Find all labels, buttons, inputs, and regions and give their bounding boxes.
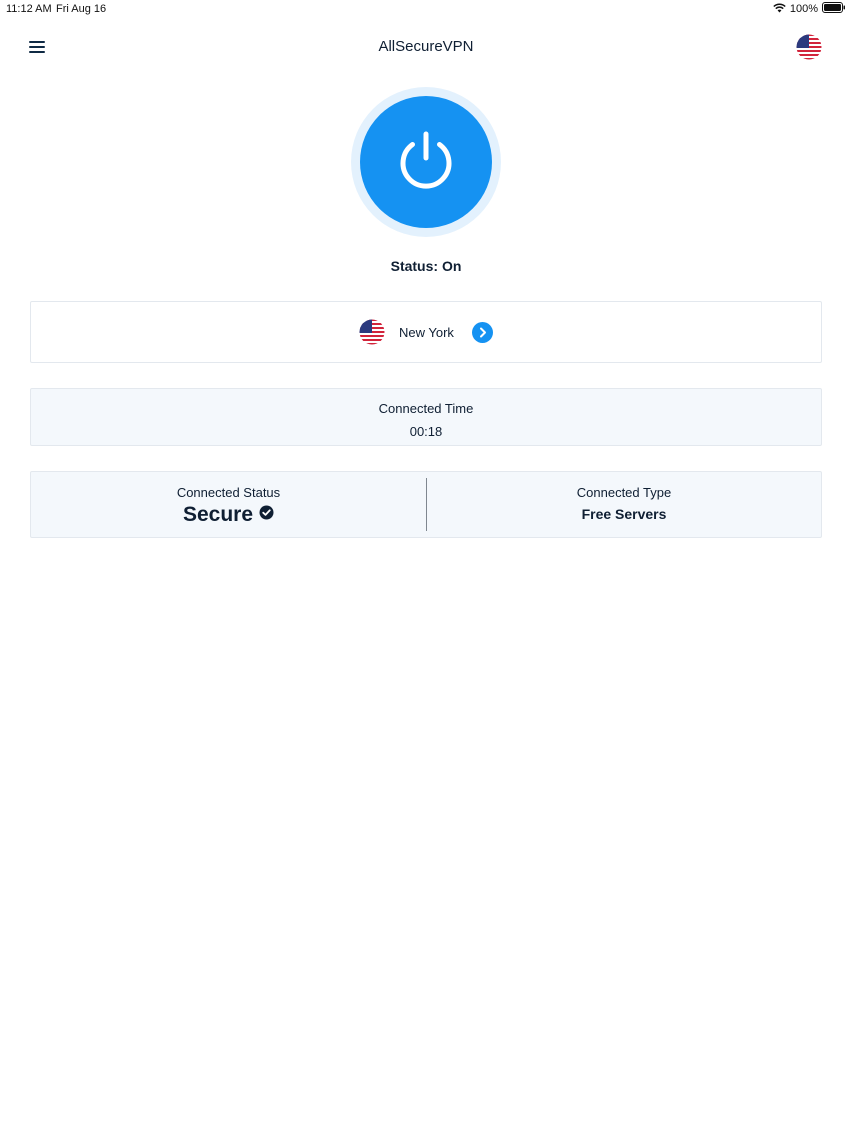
chevron-right-icon[interactable]	[472, 322, 493, 343]
secure-row: Secure	[31, 503, 426, 527]
status-bar: 11:12 AM Fri Aug 16 100%	[0, 0, 852, 18]
location-name: New York	[399, 325, 454, 340]
connected-type-section: Connected Type Free Servers	[427, 472, 821, 537]
vpn-home-screen: 11:12 AM Fri Aug 16 100% AllSecureVPN St…	[0, 0, 852, 1136]
battery-icon	[822, 2, 846, 16]
connected-type-label: Connected Type	[576, 485, 672, 500]
battery-percentage: 100%	[789, 3, 818, 15]
status-date: Fri Aug 16	[56, 3, 107, 15]
navigation-bar: AllSecureVPN	[0, 28, 852, 68]
connected-status-section: Connected Status Secure	[31, 472, 426, 537]
us-flag-icon[interactable]	[796, 34, 822, 60]
power-button[interactable]	[360, 96, 492, 228]
connection-details-card: Connected Status Secure Connected Type F…	[30, 471, 822, 538]
power-icon	[394, 128, 458, 197]
connected-time-label: Connected Time	[378, 401, 474, 416]
connected-status-label: Connected Status	[176, 485, 281, 500]
status-time: 11:12 AM	[6, 3, 52, 15]
connected-time-value: 00:18	[409, 424, 443, 439]
app-title: AllSecureVPN	[378, 38, 474, 55]
connected-status-value: Secure	[182, 503, 254, 526]
connection-status-text: Status: On	[390, 258, 462, 274]
check-circle-icon	[259, 505, 274, 525]
connected-time-card: Connected Time 00:18	[30, 388, 822, 446]
wifi-icon	[773, 2, 786, 16]
connected-type-value: Free Servers	[581, 506, 667, 522]
us-flag-icon	[359, 319, 385, 345]
location-selector[interactable]: New York	[30, 301, 822, 363]
status-right: 100%	[773, 2, 846, 16]
